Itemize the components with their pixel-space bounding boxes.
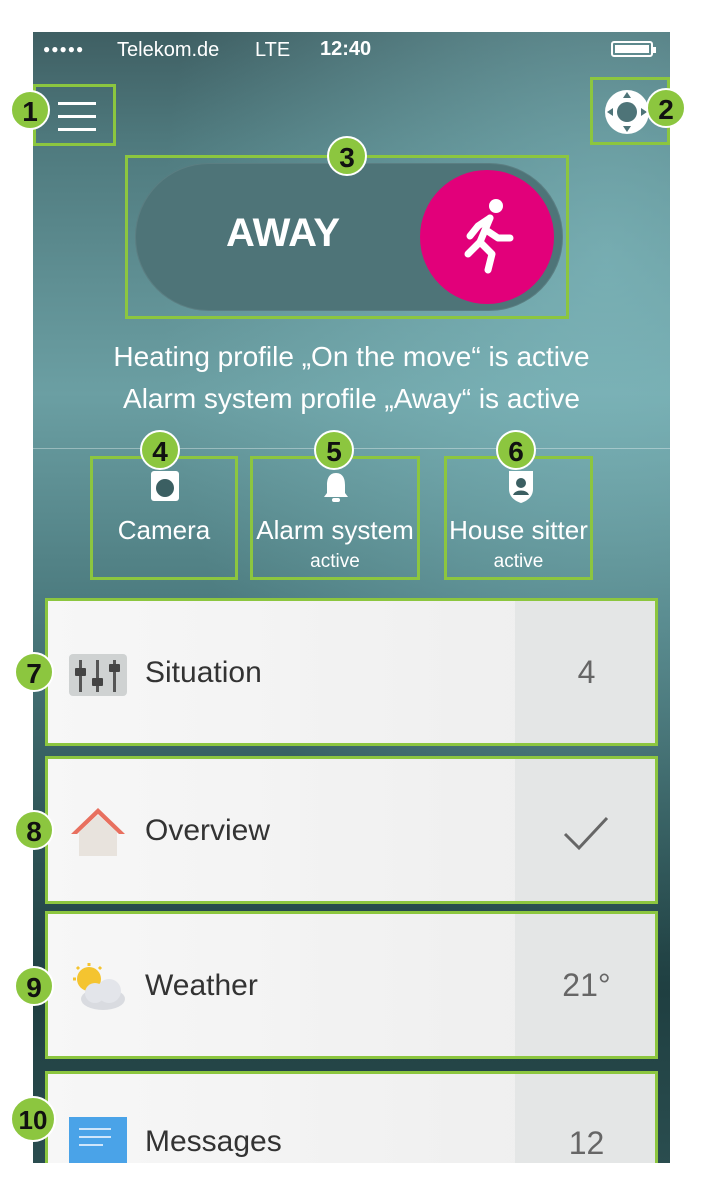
callout-7: 7 [14, 652, 54, 692]
callout-2: 2 [646, 88, 686, 128]
house-sitter-icon [509, 471, 533, 503]
house-sitter-label: House sitter [449, 515, 588, 545]
callout-5: 5 [314, 430, 354, 470]
bell-icon [324, 473, 348, 502]
situation-card-highlight [45, 598, 658, 746]
signal-strength: ●●●●● [43, 42, 85, 56]
alarm-system-button[interactable]: Alarm system active [250, 456, 420, 580]
callout-6: 6 [496, 430, 536, 470]
camera-label: Camera [117, 515, 211, 545]
callout-3: 3 [327, 136, 367, 176]
messages-card-highlight [45, 1071, 658, 1163]
status-bar: ●●●●● Telekom.de LTE 12:40 [33, 32, 670, 68]
overview-card-highlight [45, 756, 658, 904]
camera-button[interactable]: Camera [90, 456, 238, 580]
callout-8: 8 [14, 810, 54, 850]
navigation-pad-icon [605, 90, 649, 134]
clock: 12:40 [320, 38, 372, 60]
camera-icon [151, 471, 179, 501]
alarm-profile-status: Alarm system profile „Away“ is active [123, 383, 580, 414]
house-sitter-button[interactable]: House sitter active [444, 456, 593, 580]
hamburger-icon [58, 102, 96, 132]
heating-profile-status: Heating profile „On the move“ is active [113, 341, 590, 372]
mode-toggle-highlight [125, 155, 569, 319]
callout-10: 10 [10, 1096, 56, 1142]
carrier-name: Telekom.de [117, 39, 220, 61]
callout-1: 1 [10, 90, 50, 130]
alarm-system-status: active [310, 551, 360, 572]
callout-9: 9 [14, 966, 54, 1006]
house-sitter-status: active [493, 551, 544, 572]
callout-4: 4 [140, 430, 180, 470]
network-type: LTE [255, 39, 291, 61]
alarm-system-label: Alarm system [256, 515, 414, 545]
weather-card-highlight [45, 911, 658, 1059]
battery-icon [611, 41, 656, 57]
